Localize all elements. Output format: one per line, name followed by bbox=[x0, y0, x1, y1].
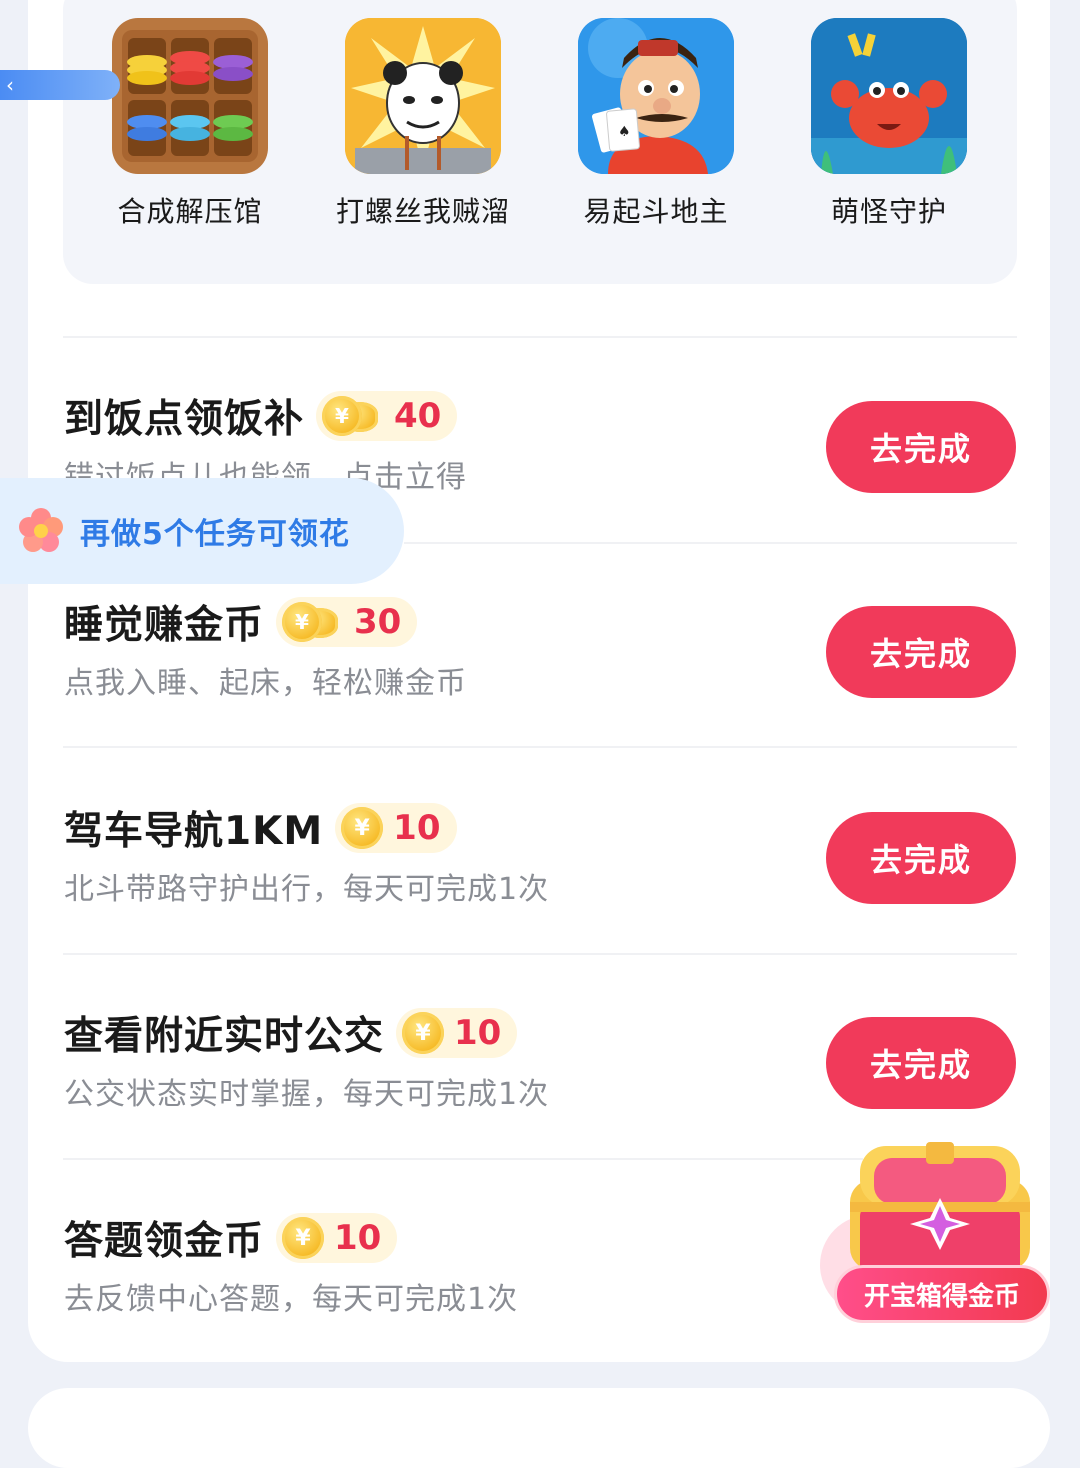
task-title: 到饭点领饭补 bbox=[64, 397, 305, 442]
crab-game-icon bbox=[811, 18, 967, 174]
card-player-game-icon: ♠ bbox=[578, 18, 734, 174]
task-title: 驾车导航1KM bbox=[64, 809, 324, 854]
task-title: 睡觉赚金币 bbox=[64, 603, 265, 648]
task-subtitle: 公交状态实时掌握，每天可完成1次 bbox=[64, 1077, 550, 1112]
reward-badge: ¥ 10 bbox=[335, 803, 457, 853]
divider bbox=[63, 336, 1017, 338]
game-item[interactable]: 合成解压馆 bbox=[90, 18, 290, 230]
open-chest-button[interactable]: 开宝箱得金币 bbox=[834, 1265, 1050, 1323]
task-subtitle: 去反馈中心答题，每天可完成1次 bbox=[64, 1282, 519, 1317]
task-complete-button[interactable]: 去完成 bbox=[826, 1017, 1016, 1109]
task-complete-button[interactable]: 去完成 bbox=[826, 812, 1016, 904]
divider bbox=[63, 746, 1017, 748]
game-item[interactable]: 萌怪守护 bbox=[789, 18, 989, 230]
back-tab[interactable]: ‹ bbox=[0, 70, 120, 100]
divider bbox=[63, 953, 1017, 955]
reward-badge: ¥ 30 bbox=[276, 597, 418, 647]
divider bbox=[404, 542, 1017, 544]
game-item[interactable]: 打螺丝我贼溜 bbox=[323, 18, 523, 230]
task-title: 答题领金币 bbox=[64, 1219, 265, 1264]
flower-banner[interactable]: 再做5个任务可领花 bbox=[0, 478, 404, 584]
chevron-left-icon: ‹ bbox=[6, 73, 14, 97]
reward-badge: ¥ 10 bbox=[396, 1008, 518, 1058]
game-name: 打螺丝我贼溜 bbox=[335, 195, 510, 228]
task-subtitle: 北斗带路守护出行，每天可完成1次 bbox=[64, 872, 550, 907]
task-complete-button[interactable]: 去完成 bbox=[826, 401, 1016, 493]
reward-badge: ¥ 10 bbox=[276, 1213, 398, 1263]
coin-icon: ¥ bbox=[282, 1217, 325, 1259]
task-subtitle: 点我入睡、起床，轻松赚金币 bbox=[64, 666, 467, 701]
stacking-discs-game-icon bbox=[112, 18, 268, 174]
coin-stack-icon: ¥ bbox=[322, 394, 384, 438]
reward-badge: ¥ 40 bbox=[316, 391, 458, 441]
divider bbox=[63, 1158, 863, 1160]
reward-amount: 10 bbox=[334, 1218, 382, 1258]
games-panel: 合成解压馆 打螺丝我贼溜 ♠ 易起斗地主 萌怪守护 bbox=[63, 0, 1017, 284]
reward-amount: 30 bbox=[354, 602, 402, 642]
coin-stack-icon: ¥ bbox=[282, 600, 344, 644]
game-item[interactable]: ♠ 易起斗地主 bbox=[556, 18, 756, 230]
reward-amount: 10 bbox=[454, 1013, 502, 1053]
svg-text:♠: ♠ bbox=[618, 124, 631, 140]
panda-meme-game-icon bbox=[345, 18, 501, 174]
task-complete-button[interactable]: 去完成 bbox=[826, 606, 1016, 698]
flower-icon bbox=[19, 508, 63, 552]
game-name: 萌怪守护 bbox=[830, 195, 947, 228]
flower-banner-text: 再做5个任务可领花 bbox=[80, 517, 350, 552]
reward-amount: 40 bbox=[394, 396, 442, 436]
task-title: 查看附近实时公交 bbox=[64, 1014, 385, 1059]
game-name: 易起斗地主 bbox=[583, 195, 729, 228]
game-name: 合成解压馆 bbox=[117, 195, 263, 228]
reward-amount: 10 bbox=[393, 808, 441, 848]
coin-icon: ¥ bbox=[402, 1012, 445, 1054]
coin-icon: ¥ bbox=[341, 807, 384, 849]
